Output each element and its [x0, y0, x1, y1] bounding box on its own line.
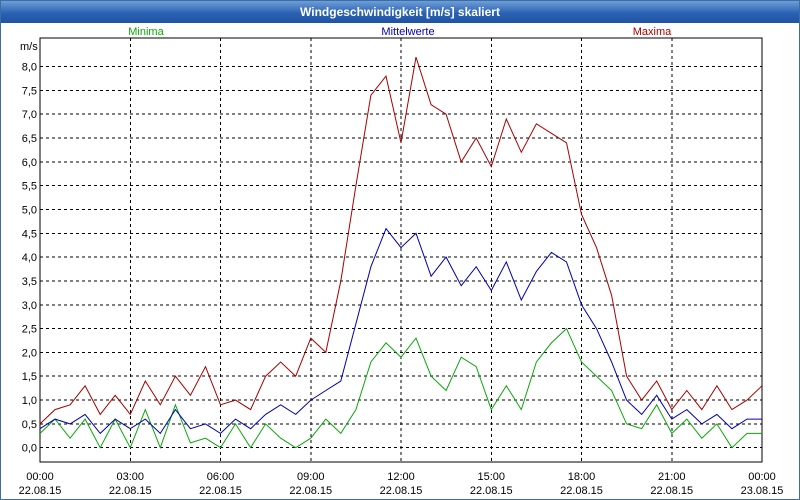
y-tick-label: 5,5	[22, 181, 37, 193]
y-tick-label: 2,5	[22, 324, 37, 336]
x-tick-time: 06:00	[207, 471, 235, 483]
x-tick-date: 22.08.15	[289, 485, 332, 497]
x-tick-time: 15:00	[477, 471, 505, 483]
x-tick-date: 22.08.15	[650, 485, 693, 497]
series-line-mittelwerte	[39, 227, 762, 435]
y-tick-label: 3,0	[22, 300, 37, 312]
x-tick-date: 22.08.15	[109, 485, 152, 497]
legend-label-mittelwerte: Mittelwerte	[381, 26, 434, 38]
y-tick-label: 3,5	[22, 276, 37, 288]
y-tick-label: 7,5	[22, 85, 37, 97]
x-tick-time: 03:00	[116, 471, 144, 483]
x-tick-date: 22.08.15	[380, 485, 423, 497]
y-tick-label: 4,0	[22, 252, 37, 264]
y-tick-label: 6,0	[22, 157, 37, 169]
y-tick-label: 0,5	[22, 419, 37, 431]
x-tick-date: 22.08.15	[560, 485, 603, 497]
x-tick-date: 22.08.15	[19, 485, 62, 497]
y-tick-label: 6,5	[22, 133, 37, 145]
y-tick-label: 7,0	[22, 109, 37, 121]
x-tick-time: 00:00	[26, 471, 54, 483]
legend-label-maxima: Maxima	[633, 26, 672, 38]
chart: 0,0 0,5 1,0 1,5 2,0 2,5 3,0 3,5 4,0 4,5 5,0 5,5 6,0 6…	[19, 26, 784, 497]
x-tick-date: 22.08.15	[199, 485, 242, 497]
y-axis-unit-label: m/s	[20, 41, 38, 53]
y-tick-label: 1,5	[22, 371, 37, 383]
y-tick-label: 4,5	[22, 228, 37, 240]
x-tick-time: 12:00	[387, 471, 415, 483]
y-tick-label: 2,0	[22, 347, 37, 359]
x-tick-date: 23.08.15	[741, 485, 784, 497]
legend-label-minima: Minima	[128, 26, 164, 38]
y-tick-label: 5,0	[22, 205, 37, 217]
y-tick-label: 0,0	[22, 443, 37, 455]
x-tick-time: 21:00	[658, 471, 686, 483]
y-tick-label: 1,0	[22, 395, 37, 407]
x-tick-date: 22.08.15	[470, 485, 513, 497]
x-tick-time: 18:00	[568, 471, 596, 483]
x-tick-time: 09:00	[297, 471, 325, 483]
x-tick-time: 00:00	[748, 471, 776, 483]
y-tick-label: 8,0	[22, 62, 37, 74]
